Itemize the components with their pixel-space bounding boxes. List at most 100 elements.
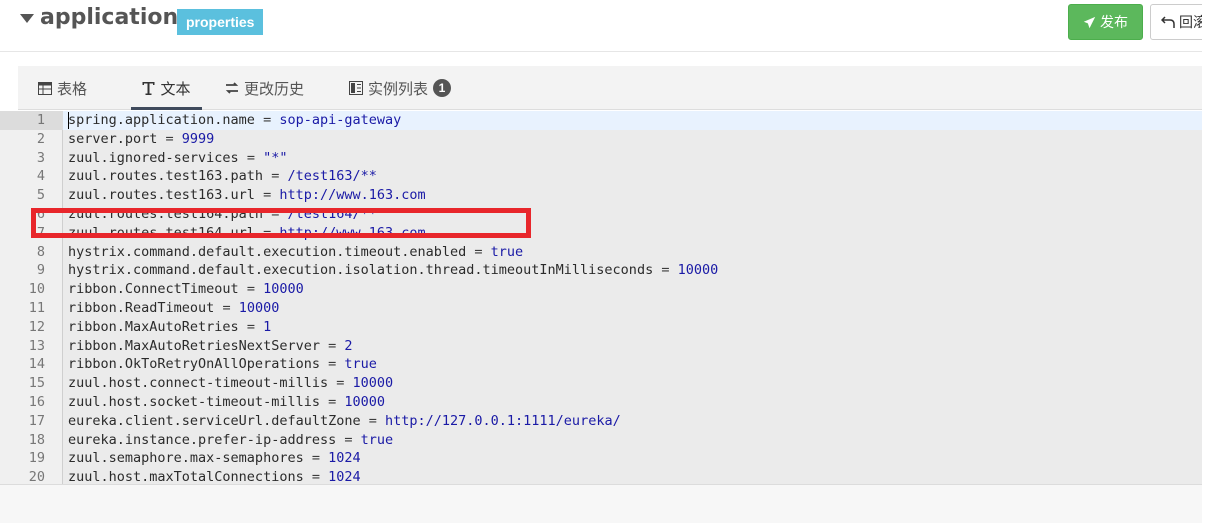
publish-button[interactable]: 发布 (1068, 4, 1143, 40)
code-line[interactable]: 13 ribbon.MaxAutoRetriesNextServer = 2 (0, 337, 1202, 356)
code-line[interactable]: 2 server.port = 9999 (0, 130, 1202, 149)
tab-table[interactable]: 表格 (38, 66, 87, 110)
editor-lines: 1 spring.application.name = sop-api-gatew… (0, 111, 1202, 484)
tab-text-label: 文本 (160, 79, 191, 98)
assign-operator: = (360, 412, 385, 429)
code-line[interactable]: 3 zuul.ignored-services = "*" (0, 149, 1202, 168)
code-line[interactable]: 15 zuul.host.connect-timeout-millis = 100… (0, 374, 1202, 393)
assign-operator: = (328, 375, 353, 392)
code-line[interactable]: 10 ribbon.ConnectTimeout = 10000 (0, 280, 1202, 299)
code-line[interactable]: 14 ribbon.OkToRetryOnAllOperations = true (0, 355, 1202, 374)
code-line[interactable]: 19 zuul.semaphore.max-semaphores = 1024 (0, 449, 1202, 468)
view-tabs: 表格 文本 更改历史 实例列表 1 (18, 66, 1202, 110)
instance-count-badge: 1 (433, 79, 452, 97)
line-number: 5 (36, 187, 45, 204)
namespace-title: application (40, 5, 179, 30)
property-key: ribbon.ReadTimeout (68, 299, 215, 316)
code-line[interactable]: 7 zuul.routes.test164.url = http://www.16… (0, 224, 1202, 243)
format-badge: properties (177, 9, 264, 35)
assign-operator: = (238, 281, 264, 298)
property-key: hystrix.command.default.execution.isolat… (68, 262, 654, 279)
collapse-caret-icon[interactable] (20, 14, 34, 23)
property-key: zuul.routes.test164.path (68, 205, 264, 222)
code-line[interactable]: 6 zuul.routes.test164.path = /test164/** (0, 205, 1202, 224)
code-text: zuul.routes.test164.url = http://www.163… (68, 224, 426, 243)
code-text: zuul.routes.test163.path = /test163/** (68, 167, 377, 186)
property-value: "*" (263, 149, 288, 166)
exchange-icon (225, 82, 239, 94)
line-number: 20 (28, 469, 45, 484)
property-key: ribbon.ConnectTimeout (68, 281, 239, 298)
text-icon (142, 82, 155, 95)
code-text: hystrix.command.default.execution.isolat… (68, 261, 718, 280)
property-key: zuul.routes.test163.path (68, 168, 264, 185)
line-number: 2 (36, 130, 45, 147)
tab-text[interactable]: 文本 (131, 66, 202, 110)
line-number: 17 (28, 412, 45, 429)
code-line[interactable]: 5 zuul.routes.test163.url = http://www.16… (0, 186, 1202, 205)
property-key: ribbon.MaxAutoRetries (68, 318, 239, 335)
code-text: zuul.host.connect-timeout-millis = 10000 (68, 374, 393, 393)
assign-operator: = (319, 337, 345, 354)
property-value: 2 (344, 337, 353, 354)
property-value: /test163/** (287, 168, 377, 185)
assign-operator: = (263, 168, 288, 185)
property-value: sop-api-gateway (279, 112, 402, 128)
property-value: true (344, 356, 377, 373)
code-line[interactable]: 9 hystrix.command.default.execution.isola… (0, 261, 1202, 280)
tab-instances[interactable]: 实例列表 1 (349, 66, 452, 110)
assign-operator: = (254, 187, 280, 204)
code-text: server.port = 9999 (68, 130, 214, 149)
assign-operator: = (238, 318, 264, 335)
property-key: spring.application.name (68, 112, 255, 128)
line-number: 13 (28, 337, 45, 354)
code-text: zuul.host.maxTotalConnections = 1024 (68, 468, 361, 484)
tab-history-label: 更改历史 (244, 79, 305, 98)
line-number: 9 (36, 262, 45, 279)
code-text: zuul.routes.test164.path = /test164/** (68, 205, 377, 224)
line-number: 3 (36, 149, 45, 166)
code-line[interactable]: 16 zuul.host.socket-timeout-millis = 1000… (0, 393, 1202, 412)
property-value: http://www.163.com (279, 187, 426, 204)
assign-operator: = (466, 243, 491, 260)
send-icon (1083, 16, 1096, 28)
code-text: ribbon.MaxAutoRetriesNextServer = 2 (68, 337, 353, 356)
page-header: application properties 发布 回滚 (0, 0, 1217, 52)
line-number: 11 (28, 299, 45, 316)
assign-operator: = (157, 130, 182, 147)
line-number: 7 (36, 224, 45, 241)
property-value: 10000 (344, 393, 385, 410)
property-key: zuul.routes.test164.url (68, 224, 255, 241)
property-value: 10000 (263, 281, 304, 298)
property-key: zuul.ignored-services (68, 149, 239, 166)
line-number: 19 (28, 450, 45, 467)
code-text: hystrix.command.default.execution.timeou… (68, 243, 523, 262)
code-line[interactable]: 4 zuul.routes.test163.path = /test163/** (0, 167, 1202, 186)
code-text: zuul.semaphore.max-semaphores = 1024 (68, 449, 361, 468)
code-editor[interactable]: 1 spring.application.name = sop-api-gatew… (0, 111, 1202, 484)
property-key: zuul.semaphore.max-semaphores (68, 450, 304, 467)
code-text: eureka.instance.prefer-ip-address = true (68, 431, 393, 450)
code-line[interactable]: 1 spring.application.name = sop-api-gatew… (0, 111, 1202, 130)
code-line[interactable]: 17 eureka.client.serviceUrl.defaultZone =… (0, 412, 1202, 431)
property-key: zuul.host.socket-timeout-millis (68, 393, 320, 410)
line-number: 6 (36, 205, 45, 222)
property-key: eureka.instance.prefer-ip-address (68, 431, 337, 448)
code-text: eureka.client.serviceUrl.defaultZone = h… (68, 412, 621, 431)
tab-history[interactable]: 更改历史 (225, 66, 304, 110)
code-line[interactable]: 12 ribbon.MaxAutoRetries = 1 (0, 318, 1202, 337)
property-value: 1 (263, 318, 272, 335)
instances-icon (349, 81, 363, 95)
property-key: ribbon.MaxAutoRetriesNextServer (68, 337, 320, 354)
line-number: 10 (28, 281, 45, 298)
code-line[interactable]: 11 ribbon.ReadTimeout = 10000 (0, 299, 1202, 318)
code-text: ribbon.OkToRetryOnAllOperations = true (68, 355, 377, 374)
table-icon (38, 81, 52, 95)
code-line[interactable]: 20 zuul.host.maxTotalConnections = 1024 (0, 468, 1202, 484)
code-text: ribbon.MaxAutoRetries = 1 (68, 318, 271, 337)
line-number: 18 (28, 431, 45, 448)
code-line[interactable]: 18 eureka.instance.prefer-ip-address = tr… (0, 431, 1202, 450)
code-line[interactable]: 8 hystrix.command.default.execution.timeo… (0, 243, 1202, 262)
assign-operator: = (214, 299, 239, 316)
assign-operator: = (238, 149, 264, 166)
